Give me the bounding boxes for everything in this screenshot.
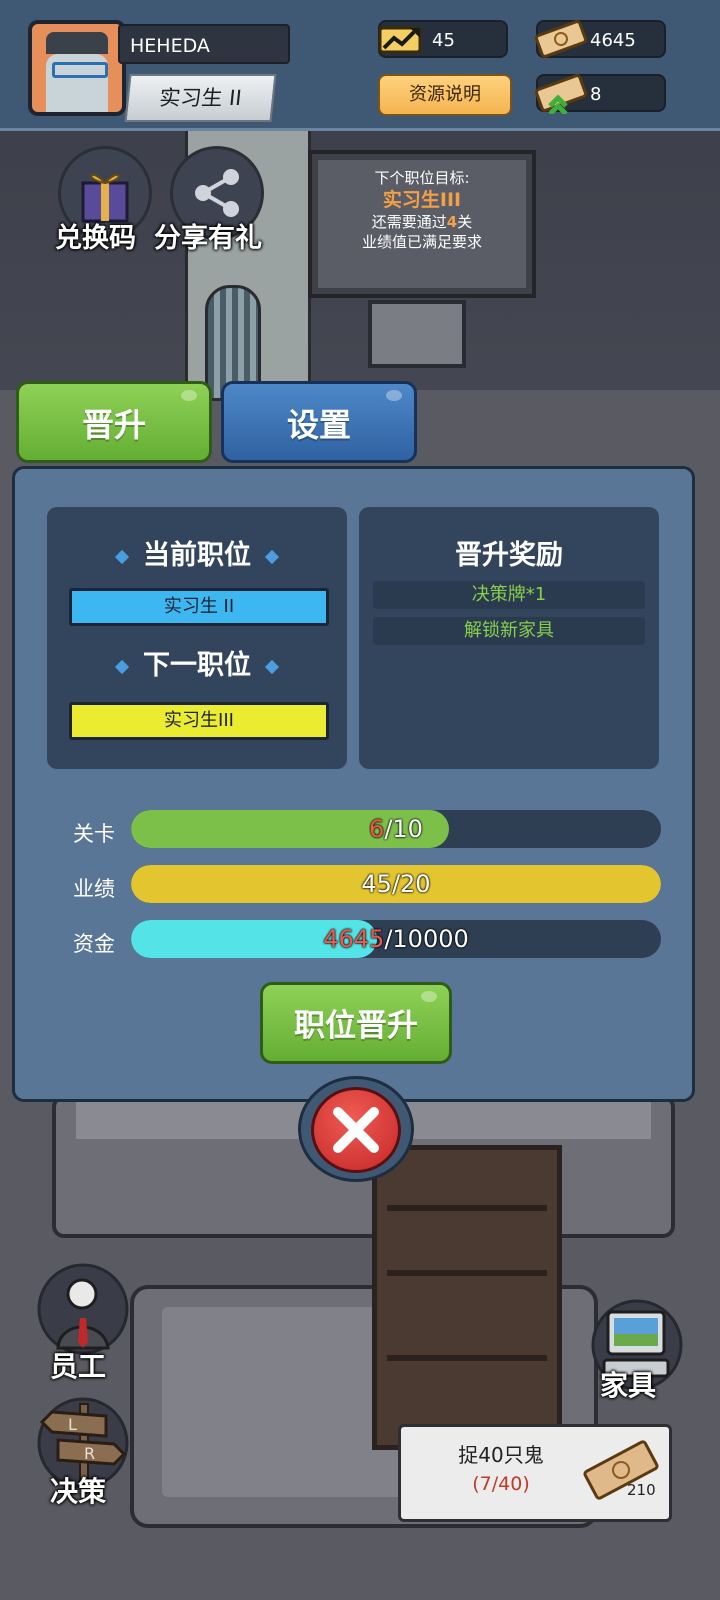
diamond-icon: [114, 659, 130, 674]
promotion-panel: 当前职位 实习生 II 下一职位 实习生III 晋升奖励 决策牌*1 解锁新家具…: [12, 466, 695, 1102]
money-value: 4645: [590, 30, 636, 51]
next-rank-bar: 实习生III: [69, 702, 329, 740]
task-title: 捉40只鬼: [458, 1443, 544, 1467]
top-bar: HEHEDA 实习生 II 45 4645 资源说明 8: [0, 0, 720, 131]
next-position-title: 下一职位: [47, 643, 347, 682]
trend-up-icon: [378, 26, 422, 54]
performance-value: 45: [432, 30, 455, 51]
player-avatar[interactable]: [28, 20, 126, 116]
goal-target-rank: 实习生III: [382, 189, 462, 211]
reward-section: 晋升奖励 决策牌*1 解锁新家具: [359, 507, 659, 769]
staff-label[interactable]: 员工: [50, 1345, 106, 1385]
task-reward: 210: [627, 1481, 656, 1499]
performance-progress-bar: 45/20: [131, 865, 661, 903]
promote-button[interactable]: 职位晋升: [260, 982, 452, 1064]
goal-line-1: 下个职位目标:: [374, 169, 470, 187]
level-progress-label: 关卡: [73, 822, 115, 846]
funds-progress-bar: 4645/10000: [131, 920, 661, 958]
cash-upgrade-icon: [534, 74, 588, 114]
furniture-label[interactable]: 家具: [600, 1364, 656, 1404]
level-progress-bar: 6/10: [131, 810, 661, 848]
reward-title: 晋升奖励: [455, 540, 563, 571]
funds-progress-label: 资金: [73, 932, 115, 956]
svg-text:R: R: [84, 1444, 95, 1463]
cash-icon: [534, 20, 588, 58]
task-progress: (7/40): [472, 1473, 530, 1495]
current-position-title: 当前职位: [47, 533, 347, 572]
bookshelf[interactable]: [372, 1145, 562, 1450]
close-icon: [333, 1107, 379, 1153]
player-name: HEHEDA: [118, 24, 290, 64]
reward-item: 解锁新家具: [373, 617, 645, 645]
diamond-icon: [264, 659, 280, 674]
performance-progress-label: 业绩: [73, 877, 115, 901]
decision-label[interactable]: 决策: [50, 1470, 106, 1510]
close-button[interactable]: [298, 1076, 414, 1182]
position-section: 当前职位 实习生 II 下一职位 实习生III: [47, 507, 347, 769]
next-goal-board: 下个职位目标: 实习生III 还需要通过4关 业绩值已满足要求: [308, 150, 536, 298]
reward-item: 决策牌*1: [373, 581, 645, 609]
tab-settings[interactable]: 设置: [221, 381, 417, 463]
wall-safe: [368, 300, 466, 368]
task-card[interactable]: 捉40只鬼 (7/40) 210: [398, 1424, 672, 1522]
diamond-icon: [264, 549, 280, 564]
tab-promote[interactable]: 晋升: [16, 381, 212, 463]
glasses-icon: [52, 62, 108, 78]
decision-card-counter[interactable]: 8: [534, 74, 666, 114]
svg-text:L: L: [68, 1415, 77, 1434]
redeem-code-label: 兑换码: [55, 223, 136, 254]
goal-line-4: 业绩值已满足要求: [361, 233, 482, 251]
current-rank-bar: 实习生 II: [69, 588, 329, 626]
rank-tag: 实习生 II: [124, 74, 277, 122]
hat-icon: [46, 32, 108, 54]
money-counter[interactable]: 4645: [534, 20, 666, 58]
diamond-icon: [114, 549, 130, 564]
share-label: 分享有礼: [154, 223, 262, 254]
staff-icon[interactable]: [36, 1262, 130, 1356]
performance-counter[interactable]: 45: [378, 20, 508, 58]
goal-line-3: 还需要通过4关: [371, 213, 473, 231]
resource-info-button[interactable]: 资源说明: [378, 74, 512, 116]
decision-card-value: 8: [590, 84, 602, 105]
